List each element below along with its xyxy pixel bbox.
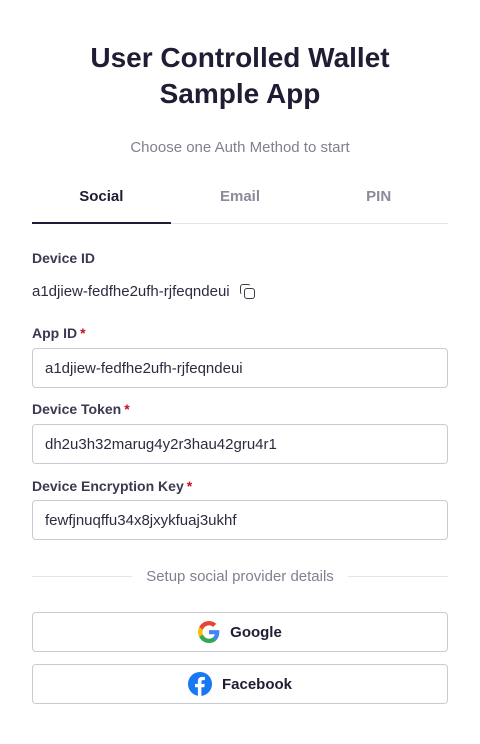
tab-social[interactable]: Social <box>32 170 171 224</box>
title-line-2: Sample App <box>159 78 321 109</box>
google-button[interactable]: Google <box>32 612 448 652</box>
divider-line-right <box>347 575 449 577</box>
social-divider: Setup social provider details <box>32 566 449 586</box>
facebook-label: Facebook <box>221 675 293 693</box>
title-line-1: User Controlled Wallet <box>90 42 390 73</box>
device-token-input[interactable] <box>32 424 448 464</box>
required-mark: * <box>80 325 86 341</box>
divider-line-left <box>32 575 133 577</box>
device-encryption-key-input[interactable] <box>32 500 448 540</box>
required-mark: * <box>124 401 130 417</box>
device-encryption-key-label: Device Encryption Key * <box>32 478 192 494</box>
divider-text: Setup social provider details <box>146 567 334 585</box>
device-token-label: Device Token * <box>32 401 130 417</box>
page-title: User Controlled Wallet Sample App <box>0 40 480 112</box>
app-id-input[interactable] <box>32 348 448 388</box>
auth-method-tabs: Social Email PIN <box>32 170 448 224</box>
copy-icon[interactable] <box>239 283 256 300</box>
google-label: Google <box>230 623 282 641</box>
google-icon <box>198 621 220 643</box>
device-encryption-key-label-text: Device Encryption Key <box>32 478 184 494</box>
tab-pin[interactable]: PIN <box>309 170 448 223</box>
app-id-label: App ID * <box>32 325 86 341</box>
device-id-value: a1djiew-fedfhe2ufh-rjfeqndeui <box>32 283 230 300</box>
facebook-icon <box>187 672 212 696</box>
subtitle: Choose one Auth Method to start <box>130 139 350 156</box>
device-id-label: Device ID <box>32 250 96 266</box>
app-id-label-text: App ID <box>32 325 78 341</box>
device-id-row: a1djiew-fedfhe2ufh-rjfeqndeui <box>32 283 256 300</box>
facebook-button[interactable]: Facebook <box>32 664 448 704</box>
tab-email[interactable]: Email <box>171 170 310 223</box>
device-token-label-text: Device Token <box>32 401 122 417</box>
required-mark: * <box>186 478 193 494</box>
